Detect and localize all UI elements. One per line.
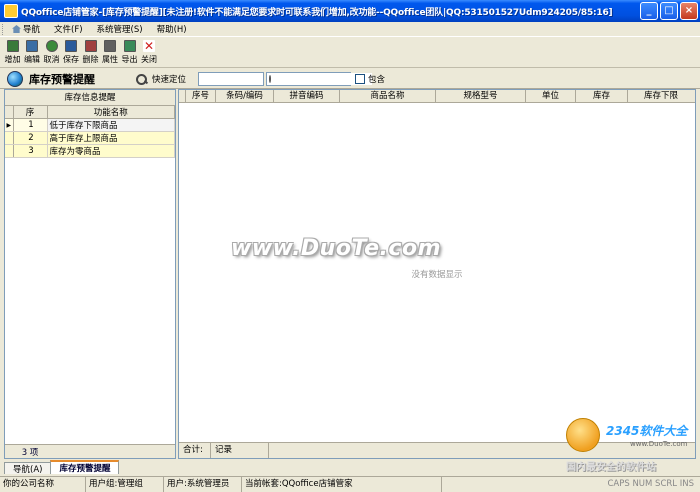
empty-message: 没有数据显示	[411, 270, 463, 280]
status-company: 你的公司名称	[0, 477, 86, 492]
status-user-group: 用户组:管理组	[86, 477, 164, 492]
column-header-unit[interactable]: 单位	[526, 90, 576, 102]
delete-icon	[84, 40, 97, 52]
column-header-stock-min[interactable]: 库存下限	[628, 90, 694, 102]
close-icon: ✕	[143, 39, 155, 53]
column-header-pinyin[interactable]: 拼音编码	[274, 90, 340, 102]
column-header-seq[interactable]: 序	[13, 106, 48, 119]
home-icon	[12, 25, 21, 33]
row-pointer-icon: ▶	[5, 118, 14, 132]
add-icon	[6, 40, 19, 52]
bottom-tabs: 导航(A) 库存预警提醒	[4, 460, 696, 475]
status-indicators: CAPS NUM SCRL INS	[607, 479, 694, 489]
row-number: 1	[13, 118, 48, 132]
minimize-button[interactable]: _	[640, 2, 658, 20]
column-header-function[interactable]: 功能名称	[47, 106, 175, 119]
toolbar: 增加 编辑 取消 保存 删除 属性 导出 ✕ 关闭	[0, 38, 700, 68]
column-header-seq-no[interactable]: 序号	[186, 90, 216, 102]
menu-bar: 导航 文件(F) 系统管理(S) 帮助(H)	[0, 22, 700, 37]
grid-header: 序号 条码/编码 拼音编码 商品名称 规格型号 单位 库存 库存下限	[179, 90, 695, 103]
left-panel-footer: 3 项	[5, 444, 175, 458]
cancel-button[interactable]: 取消	[42, 40, 61, 65]
status-bar: 你的公司名称 用户组:管理组 用户:系统管理员 当前帐套:QQoffice店铺管…	[0, 476, 700, 492]
menu-navigate[interactable]: 导航	[5, 23, 47, 35]
row-indicator-header	[5, 106, 14, 119]
badge-site: www.DuoTe.com	[630, 440, 688, 448]
edit-button[interactable]: 编辑	[23, 40, 42, 65]
item-count: 3 项	[21, 447, 39, 458]
row-number: 3	[13, 144, 48, 158]
page-header: 库存预警提醒 快速定位 包含	[0, 69, 700, 89]
column-header-product-name[interactable]: 商品名称	[340, 90, 436, 102]
menu-help[interactable]: 帮助(H)	[150, 23, 194, 35]
add-button[interactable]: 增加	[3, 40, 22, 65]
row-function-name: 高于库存上限商品	[47, 131, 175, 145]
column-header-stock[interactable]: 库存	[576, 90, 628, 102]
export-icon	[123, 40, 136, 52]
include-label: 包含	[368, 74, 386, 85]
grid-indicator-header	[179, 90, 186, 102]
record-label: 记录	[211, 443, 269, 458]
row-indicator	[5, 144, 14, 158]
globe-icon	[7, 70, 23, 87]
menu-file[interactable]: 文件(F)	[47, 23, 90, 35]
tab-stock-alert[interactable]: 库存预警提醒	[50, 460, 120, 474]
row-indicator	[5, 131, 14, 145]
search-box[interactable]	[266, 71, 372, 86]
locate-field-select[interactable]	[198, 71, 264, 86]
menu-system[interactable]: 系统管理(S)	[90, 23, 150, 35]
maximize-button[interactable]: □	[660, 2, 678, 20]
product-grid: 序号 条码/编码 拼音编码 商品名称 规格型号 单位 库存 库存下限 www.D…	[178, 89, 696, 459]
app-icon	[4, 4, 18, 18]
properties-button[interactable]: 属性	[101, 40, 120, 65]
mascot-icon	[566, 418, 600, 452]
tab-navigate[interactable]: 导航(A)	[4, 462, 52, 475]
left-panel-header: 库存信息提醒	[5, 90, 175, 106]
search-icon	[135, 73, 149, 85]
table-row[interactable]: 2 高于库存上限商品	[5, 131, 175, 145]
title-bar: QQoffice店铺管家-[库存预警提醒][未注册!软件不能满足您要求时可联系我…	[0, 0, 700, 22]
status-account: 当前帐套:QQoffice店铺管家	[242, 477, 442, 492]
page-title: 库存预警提醒	[29, 72, 95, 86]
save-button[interactable]: 保存	[62, 40, 81, 65]
alert-table: 序 功能名称 ▶ 1 低于库存下限商品 2 高于库存上限商品 3 库存为零商品	[5, 106, 175, 158]
column-header-barcode[interactable]: 条码/编码	[216, 90, 274, 102]
watermark: www.DuoTe.com	[231, 236, 441, 261]
table-row[interactable]: ▶ 1 低于库存下限商品	[5, 118, 175, 132]
close-button[interactable]: ✕ 关闭	[140, 40, 159, 65]
undo-icon	[45, 40, 58, 52]
row-function-name: 库存为零商品	[47, 144, 175, 158]
row-function-name: 低于库存下限商品	[47, 118, 175, 132]
close-window-button[interactable]: ×	[680, 2, 698, 20]
table-row[interactable]: 3 库存为零商品	[5, 144, 175, 158]
column-header-spec[interactable]: 规格型号	[436, 90, 526, 102]
properties-icon	[104, 40, 116, 52]
edit-icon	[26, 40, 38, 52]
window-title: QQoffice店铺管家-[库存预警提醒][未注册!软件不能满足您要求时可联系我…	[21, 7, 613, 18]
status-user: 用户:系统管理员	[164, 477, 242, 492]
save-icon	[65, 40, 77, 52]
row-number: 2	[13, 131, 48, 145]
badge-brand: 2345软件大全	[606, 424, 688, 438]
include-checkbox[interactable]	[355, 73, 365, 84]
export-button[interactable]: 导出	[120, 40, 139, 65]
sum-label: 合计:	[179, 443, 211, 458]
quick-locate-label: 快速定位	[152, 74, 187, 85]
alert-list-panel: 库存信息提醒 序 功能名称 ▶ 1 低于库存下限商品 2 高于库存上限商品 3 …	[4, 89, 176, 459]
delete-button[interactable]: 删除	[81, 40, 100, 65]
